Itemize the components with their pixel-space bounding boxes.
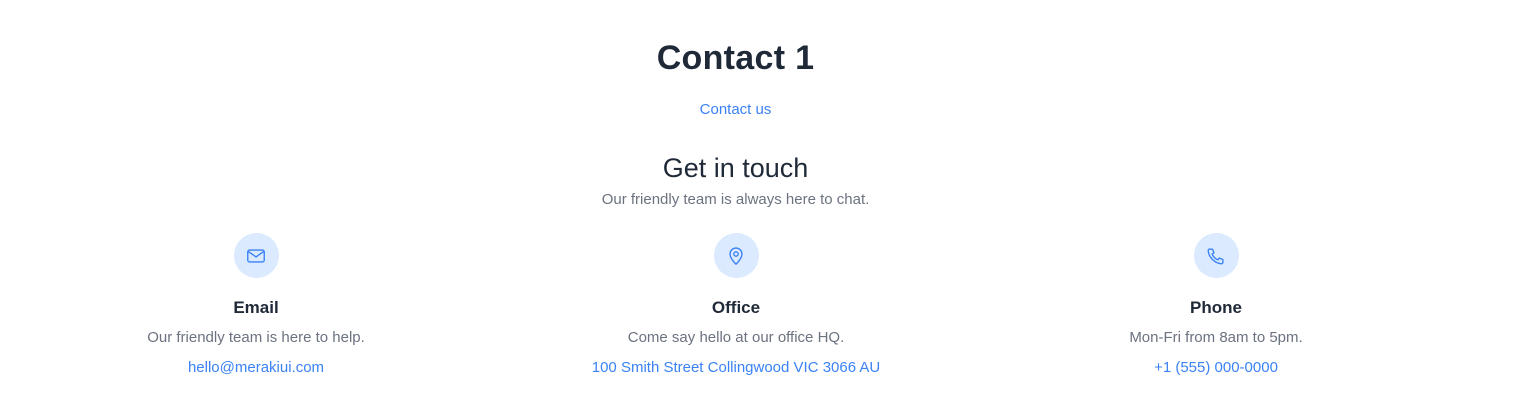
contact-card-description: Come say hello at our office HQ. bbox=[627, 329, 845, 346]
email-link[interactable]: hello@merakiui.com bbox=[188, 358, 324, 378]
office-address-link[interactable]: 100 Smith Street Collingwood VIC 3066 AU bbox=[592, 358, 881, 378]
section-heading: Get in touch bbox=[662, 153, 809, 184]
map-pin-icon bbox=[713, 233, 759, 278]
contact-card-description: Mon-Fri from 8am to 5pm. bbox=[1129, 329, 1303, 346]
envelope-icon bbox=[233, 233, 279, 278]
contact-card-office: Office Come say hello at our office HQ. … bbox=[536, 233, 936, 378]
section-subtitle: Our friendly team is always here to chat… bbox=[601, 191, 870, 208]
contact-card-title: Email bbox=[233, 298, 279, 317]
page-title: Contact 1 bbox=[656, 38, 815, 77]
phone-icon bbox=[1193, 233, 1239, 278]
contact-card-title: Office bbox=[711, 298, 761, 317]
contact-card-description: Our friendly team is here to help. bbox=[147, 329, 365, 346]
contact-card-phone: Phone Mon-Fri from 8am to 5pm. +1 (555) … bbox=[1016, 233, 1416, 378]
section-eyebrow: Contact us bbox=[699, 101, 772, 118]
contact-card-email: Email Our friendly team is here to help.… bbox=[56, 233, 456, 378]
contact-card-title: Phone bbox=[1190, 298, 1242, 317]
phone-link[interactable]: +1 (555) 000-0000 bbox=[1154, 358, 1278, 378]
